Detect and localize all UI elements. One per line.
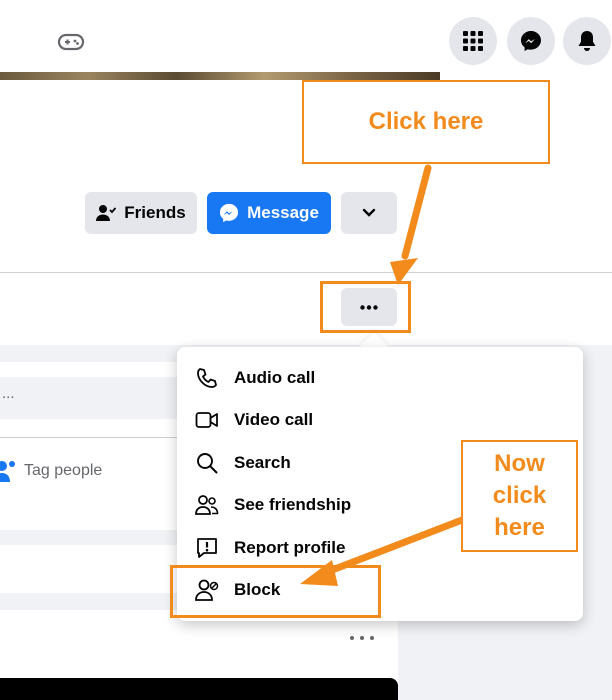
cover-photo	[0, 72, 440, 80]
messenger-icon	[219, 203, 239, 223]
post-options-icon[interactable]	[350, 630, 374, 646]
menu-item-label: See friendship	[234, 495, 352, 514]
tag-people-label: Tag people	[24, 462, 103, 479]
profile-tabs-row	[0, 273, 612, 345]
gamepad-icon[interactable]	[57, 30, 85, 54]
menu-item-label: Search	[234, 453, 291, 472]
friends-button[interactable]: Friends	[85, 192, 197, 234]
search-icon	[195, 451, 219, 475]
menu-grid-icon	[463, 31, 483, 51]
callout-text: Click here	[368, 108, 484, 135]
highlight-box-options	[320, 281, 411, 333]
friends-check-icon	[96, 205, 117, 221]
annotation-callout-click-here: Click here	[302, 80, 550, 164]
callout-text-line: click	[492, 482, 547, 509]
more-actions-button[interactable]	[341, 192, 397, 234]
annotation-callout-now-click-here: Now click here	[461, 440, 578, 552]
menu-item-label: Report profile	[234, 538, 346, 557]
message-button-label: Message	[247, 203, 319, 222]
friends-icon	[195, 493, 219, 517]
menu-item-label: Audio call	[234, 368, 316, 387]
callout-text-line: Now	[494, 450, 545, 477]
notifications-bell-icon	[578, 31, 596, 51]
tag-people-button[interactable]: Tag people	[0, 458, 102, 484]
notifications-button[interactable]	[563, 17, 611, 65]
menu-item-label: Video call	[234, 410, 314, 429]
menu-item-audio-call[interactable]: Audio call	[185, 357, 577, 399]
video-camera-icon	[195, 408, 219, 432]
chevron-down-icon	[362, 208, 376, 217]
menu-item-video-call[interactable]: Video call	[185, 399, 577, 441]
messenger-icon	[521, 31, 541, 51]
highlight-box-block	[170, 565, 381, 618]
callout-text-line: here	[494, 514, 545, 541]
menu-grid-button[interactable]	[449, 17, 497, 65]
post-media	[0, 678, 398, 700]
message-button[interactable]: Message	[207, 192, 331, 234]
phone-icon	[195, 366, 219, 390]
messenger-button[interactable]	[507, 17, 555, 65]
friends-button-label: Friends	[124, 203, 186, 222]
tag-people-icon	[0, 461, 15, 482]
report-icon	[195, 536, 219, 560]
